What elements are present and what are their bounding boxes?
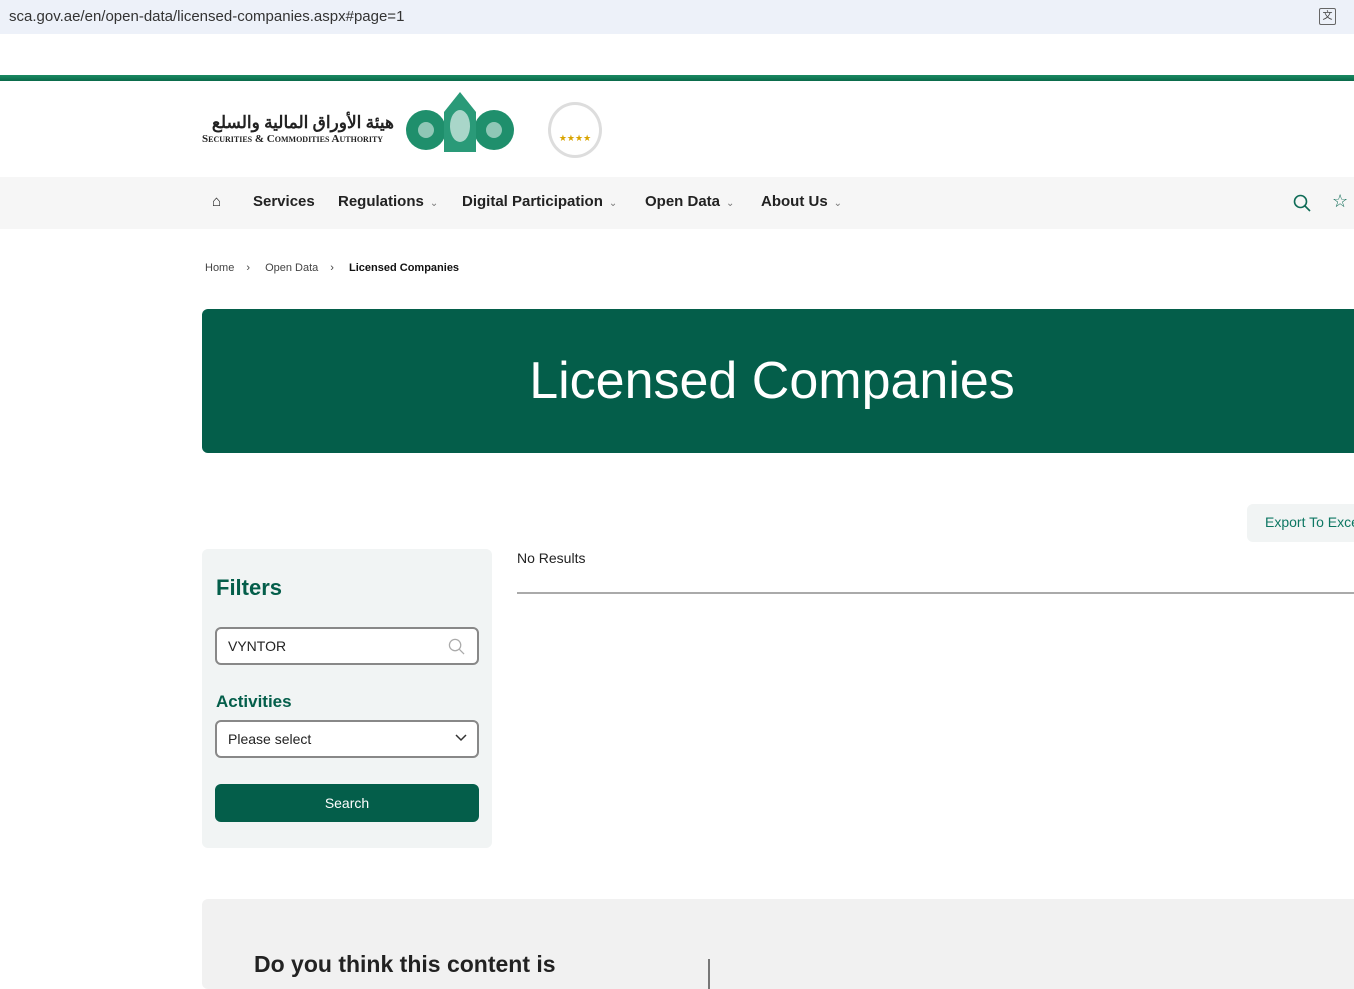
results-divider [517, 592, 1354, 594]
company-search-input[interactable]: VYNTOR [215, 627, 479, 665]
filters-heading: Filters [216, 575, 283, 600]
export-to-excel-button[interactable]: Export To Excel [1247, 504, 1354, 542]
feedback-divider [708, 959, 710, 989]
feedback-section: Do you think this content is [202, 899, 1354, 989]
url-text[interactable]: sca.gov.ae/en/open-data/licensed-compani… [9, 8, 404, 25]
main-nav: ⌂ Services Regulations ⌄ Digital Particip… [0, 177, 1354, 229]
nav-regulations[interactable]: Regulations ⌄ [338, 193, 438, 210]
top-accent-bar [0, 75, 1354, 81]
chevron-right-icon: › [246, 262, 251, 274]
nav-digital-participation[interactable]: Digital Participation ⌄ [462, 193, 617, 210]
chevron-down-icon: ⌄ [429, 198, 439, 209]
nav-about-us[interactable]: About Us ⌄ [761, 193, 842, 210]
chevron-down-icon [455, 734, 467, 742]
filters-panel: Filters VYNTOR Activities Please select … [202, 549, 492, 848]
falcon-emblem-icon [406, 92, 514, 152]
export-label: Export To Excel [1265, 514, 1354, 530]
nav-label: Services [253, 193, 315, 210]
award-stars: ★★★★ [558, 133, 592, 143]
page-title-banner: Licensed Companies [202, 309, 1354, 453]
activities-value: Please select [228, 731, 312, 747]
logo-arabic: هيئة الأوراق المالية والسلع [211, 113, 394, 132]
nav-services[interactable]: Services [253, 193, 315, 210]
translate-icon[interactable]: 文 [1319, 8, 1336, 25]
activities-label: Activities [216, 692, 292, 711]
search-button-label: Search [324, 795, 370, 811]
nav-label: Digital Participation [462, 193, 603, 210]
search-icon[interactable] [1293, 194, 1311, 212]
activities-select[interactable]: Please select [215, 720, 479, 758]
feedback-question: Do you think this content is [254, 951, 556, 977]
sca-logo[interactable]: هيئة الأوراق المالية والسلع Securities &… [202, 113, 394, 145]
award-badge: ★★★★ [548, 102, 602, 158]
chevron-down-icon: ⌄ [608, 198, 618, 209]
chevron-down-icon: ⌄ [833, 198, 843, 209]
logo-english: Securities & Commodities Authority [202, 133, 384, 145]
nav-label: About Us [761, 193, 828, 210]
breadcrumb-home[interactable]: Home [205, 262, 234, 274]
breadcrumb-open-data[interactable]: Open Data [265, 262, 318, 274]
results-status: No Results [517, 550, 586, 566]
breadcrumb: Home › Open Data › Licensed Companies [205, 262, 471, 274]
search-value: VYNTOR [228, 638, 287, 654]
accessibility-icon[interactable]: ☆ [1332, 191, 1348, 212]
search-button[interactable]: Search [215, 784, 479, 822]
chevron-right-icon: › [330, 262, 334, 274]
breadcrumb-current: Licensed Companies [349, 262, 460, 274]
chevron-down-icon: ⌄ [726, 198, 735, 209]
nav-label: Regulations [338, 193, 424, 210]
nav-label: Open Data [645, 193, 721, 210]
search-icon [448, 638, 465, 655]
page-title: Licensed Companies [529, 352, 1015, 410]
address-bar[interactable]: sca.gov.ae/en/open-data/licensed-compani… [0, 0, 1354, 34]
home-icon[interactable]: ⌂ [212, 193, 221, 210]
nav-open-data[interactable]: Open Data ⌄ [645, 193, 734, 210]
